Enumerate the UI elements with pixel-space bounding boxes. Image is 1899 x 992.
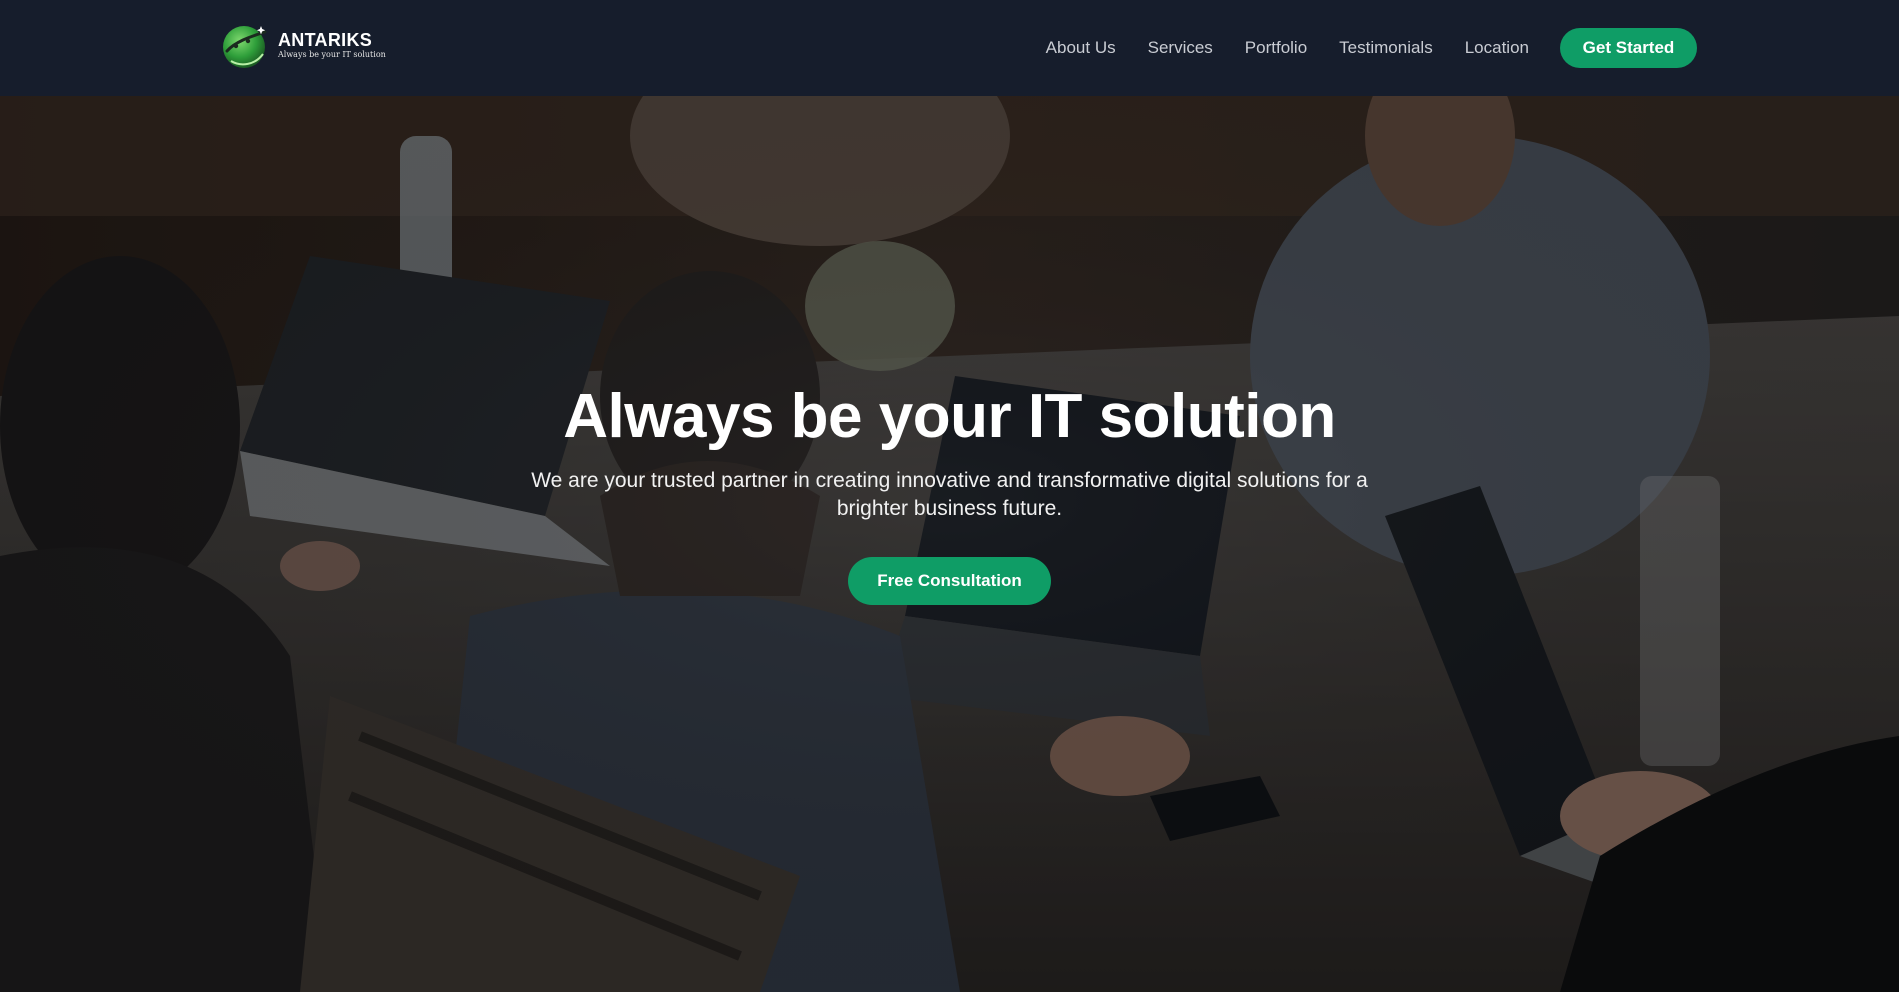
brand-tagline: Always be your IT solution xyxy=(278,50,386,59)
get-started-button[interactable]: Get Started xyxy=(1560,28,1697,68)
hero-subtitle: We are your trusted partner in creating … xyxy=(531,469,1368,520)
hero-content: Always be your IT solution We are your t… xyxy=(0,381,1899,605)
main-nav: About Us Services Portfolio Testimonials… xyxy=(1046,0,1529,96)
nav-link-location[interactable]: Location xyxy=(1465,38,1529,58)
planet-orbit-icon xyxy=(221,20,271,70)
nav-link-testimonials[interactable]: Testimonials xyxy=(1339,38,1433,58)
hero-section: Always be your IT solution We are your t… xyxy=(0,96,1899,992)
nav-link-about-us[interactable]: About Us xyxy=(1046,38,1116,58)
landing-page: ANTARIKS Always be your IT solution Abou… xyxy=(0,0,1899,992)
brand-logo[interactable]: ANTARIKS Always be your IT solution xyxy=(221,20,386,70)
free-consultation-button[interactable]: Free Consultation xyxy=(848,557,1051,605)
nav-link-portfolio[interactable]: Portfolio xyxy=(1245,38,1307,58)
brand-name: ANTARIKS xyxy=(278,30,373,50)
hero-title: Always be your IT solution xyxy=(563,382,1336,451)
top-navbar: ANTARIKS Always be your IT solution Abou… xyxy=(0,0,1899,96)
nav-link-services[interactable]: Services xyxy=(1148,38,1213,58)
